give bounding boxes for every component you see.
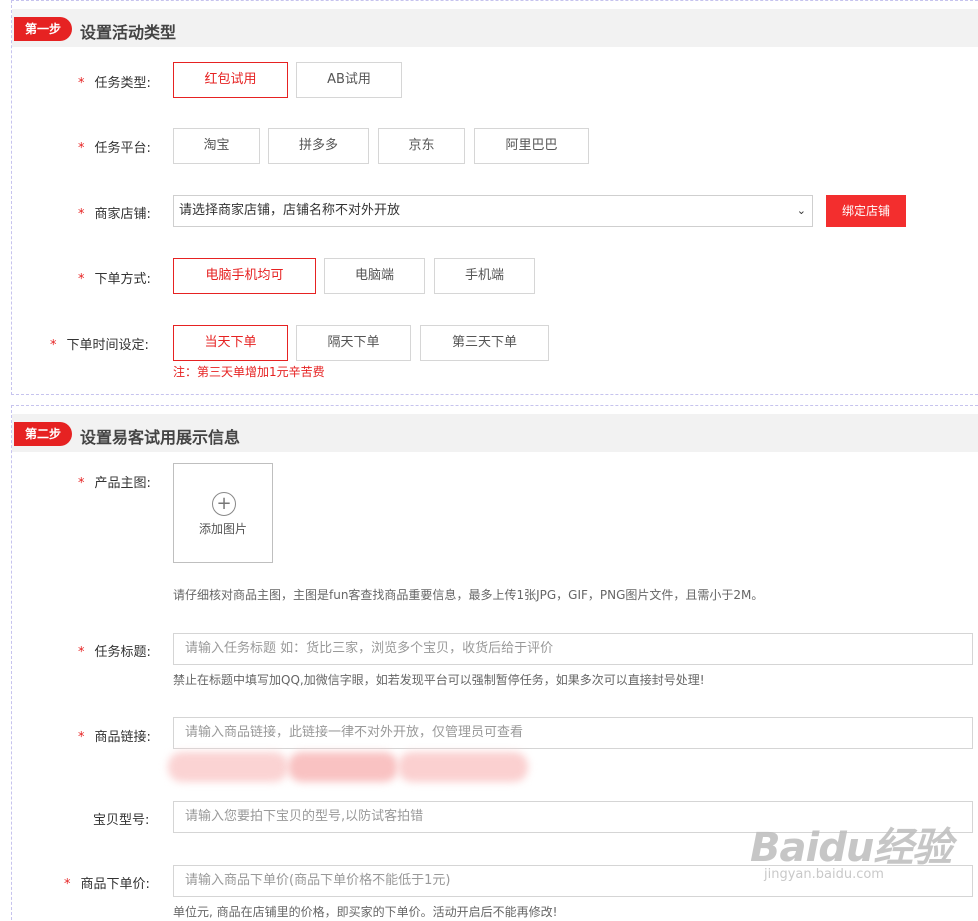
order-method-label: * 下单方式: [78,272,151,287]
required-star: * [64,877,71,892]
order-time-label: * 下单时间设定: [50,338,149,353]
watermark-main-text: Baidu经验 [750,825,952,871]
add-image-label: 添加图片 [198,522,247,536]
shop-select-value: 请选择商家店铺，店铺名称不对外开放 [179,203,401,218]
order-time-nextday-option[interactable]: 隔天下单 [296,325,411,361]
shop-label: * 商家店铺: [78,207,151,222]
main-image-label: * 产品主图: [78,476,151,491]
order-method-both-option[interactable]: 电脑手机均可 [173,258,316,294]
order-time-today-option[interactable]: 当天下单 [173,325,288,361]
task-type-label: * 任务类型: [78,76,151,91]
task-title-hint: 禁止在标题中填写加QQ,加微信字眼，如若发现平台可以强制暂停任务，如果多次可以直… [173,673,705,687]
bind-shop-button[interactable]: 绑定店铺 [826,195,906,227]
step2-badge: 第二步 [14,422,72,446]
redacted-link-blur [288,752,398,782]
product-link-input[interactable]: 请输入商品链接，此链接一律不对外开放，仅管理员可查看 [173,717,973,749]
plus-circle-icon: + [212,492,236,516]
required-star: * [78,76,85,91]
step2-title: 设置易客试用展示信息 [80,428,241,447]
shop-select[interactable]: 请选择商家店铺，店铺名称不对外开放 ⌄ [173,195,813,227]
step1-title: 设置活动类型 [80,23,177,42]
platform-jd-option[interactable]: 京东 [378,128,465,164]
order-time-thirdday-option[interactable]: 第三天下单 [420,325,549,361]
product-link-label: * 商品链接: [78,730,151,745]
task-title-input[interactable]: 请输入任务标题 如：货比三家，浏览多个宝贝，收货后给于评价 [173,633,973,665]
order-time-note: 注：第三天单增加1元辛苦费 [173,365,325,379]
step2-header: 第二步 设置易客试用展示信息 [12,414,978,452]
required-star: * [50,338,57,353]
required-star: * [78,476,85,491]
required-star: * [78,730,85,745]
order-method-mobile-option[interactable]: 手机端 [434,258,535,294]
step1-header: 第一步 设置活动类型 [12,9,978,47]
required-star: * [78,272,85,287]
platform-taobao-option[interactable]: 淘宝 [173,128,260,164]
baidu-watermark-logo: Baidu经验 jingyan.baidu.com [750,815,952,882]
step1-badge: 第一步 [14,17,72,41]
task-title-label: * 任务标题: [78,645,151,660]
price-hint: 单位元, 商品在店铺里的价格，即买家的下单价。活动开启后不能再修改! [173,905,558,919]
required-star: * [78,141,85,156]
price-label: * 商品下单价: [64,877,150,892]
model-label: 宝贝型号: [93,813,150,828]
chevron-down-icon: ⌄ [796,204,806,217]
platform-alibaba-option[interactable]: 阿里巴巴 [474,128,589,164]
required-star: * [78,645,85,660]
platform-label: * 任务平台: [78,141,151,156]
platform-pinduoduo-option[interactable]: 拼多多 [268,128,369,164]
task-type-redpacket-option[interactable]: 红包试用 [173,62,288,98]
order-method-pc-option[interactable]: 电脑端 [324,258,425,294]
add-image-upload[interactable]: + 添加图片 [173,463,273,563]
redacted-link-blur [398,752,528,782]
redacted-link-blur [168,752,288,782]
required-star: * [78,207,85,222]
task-type-ab-option[interactable]: AB试用 [296,62,402,98]
main-image-hint: 请仔细核对商品主图，主图是fun客查找商品重要信息，最多上传1张JPG，GIF，… [173,588,764,602]
